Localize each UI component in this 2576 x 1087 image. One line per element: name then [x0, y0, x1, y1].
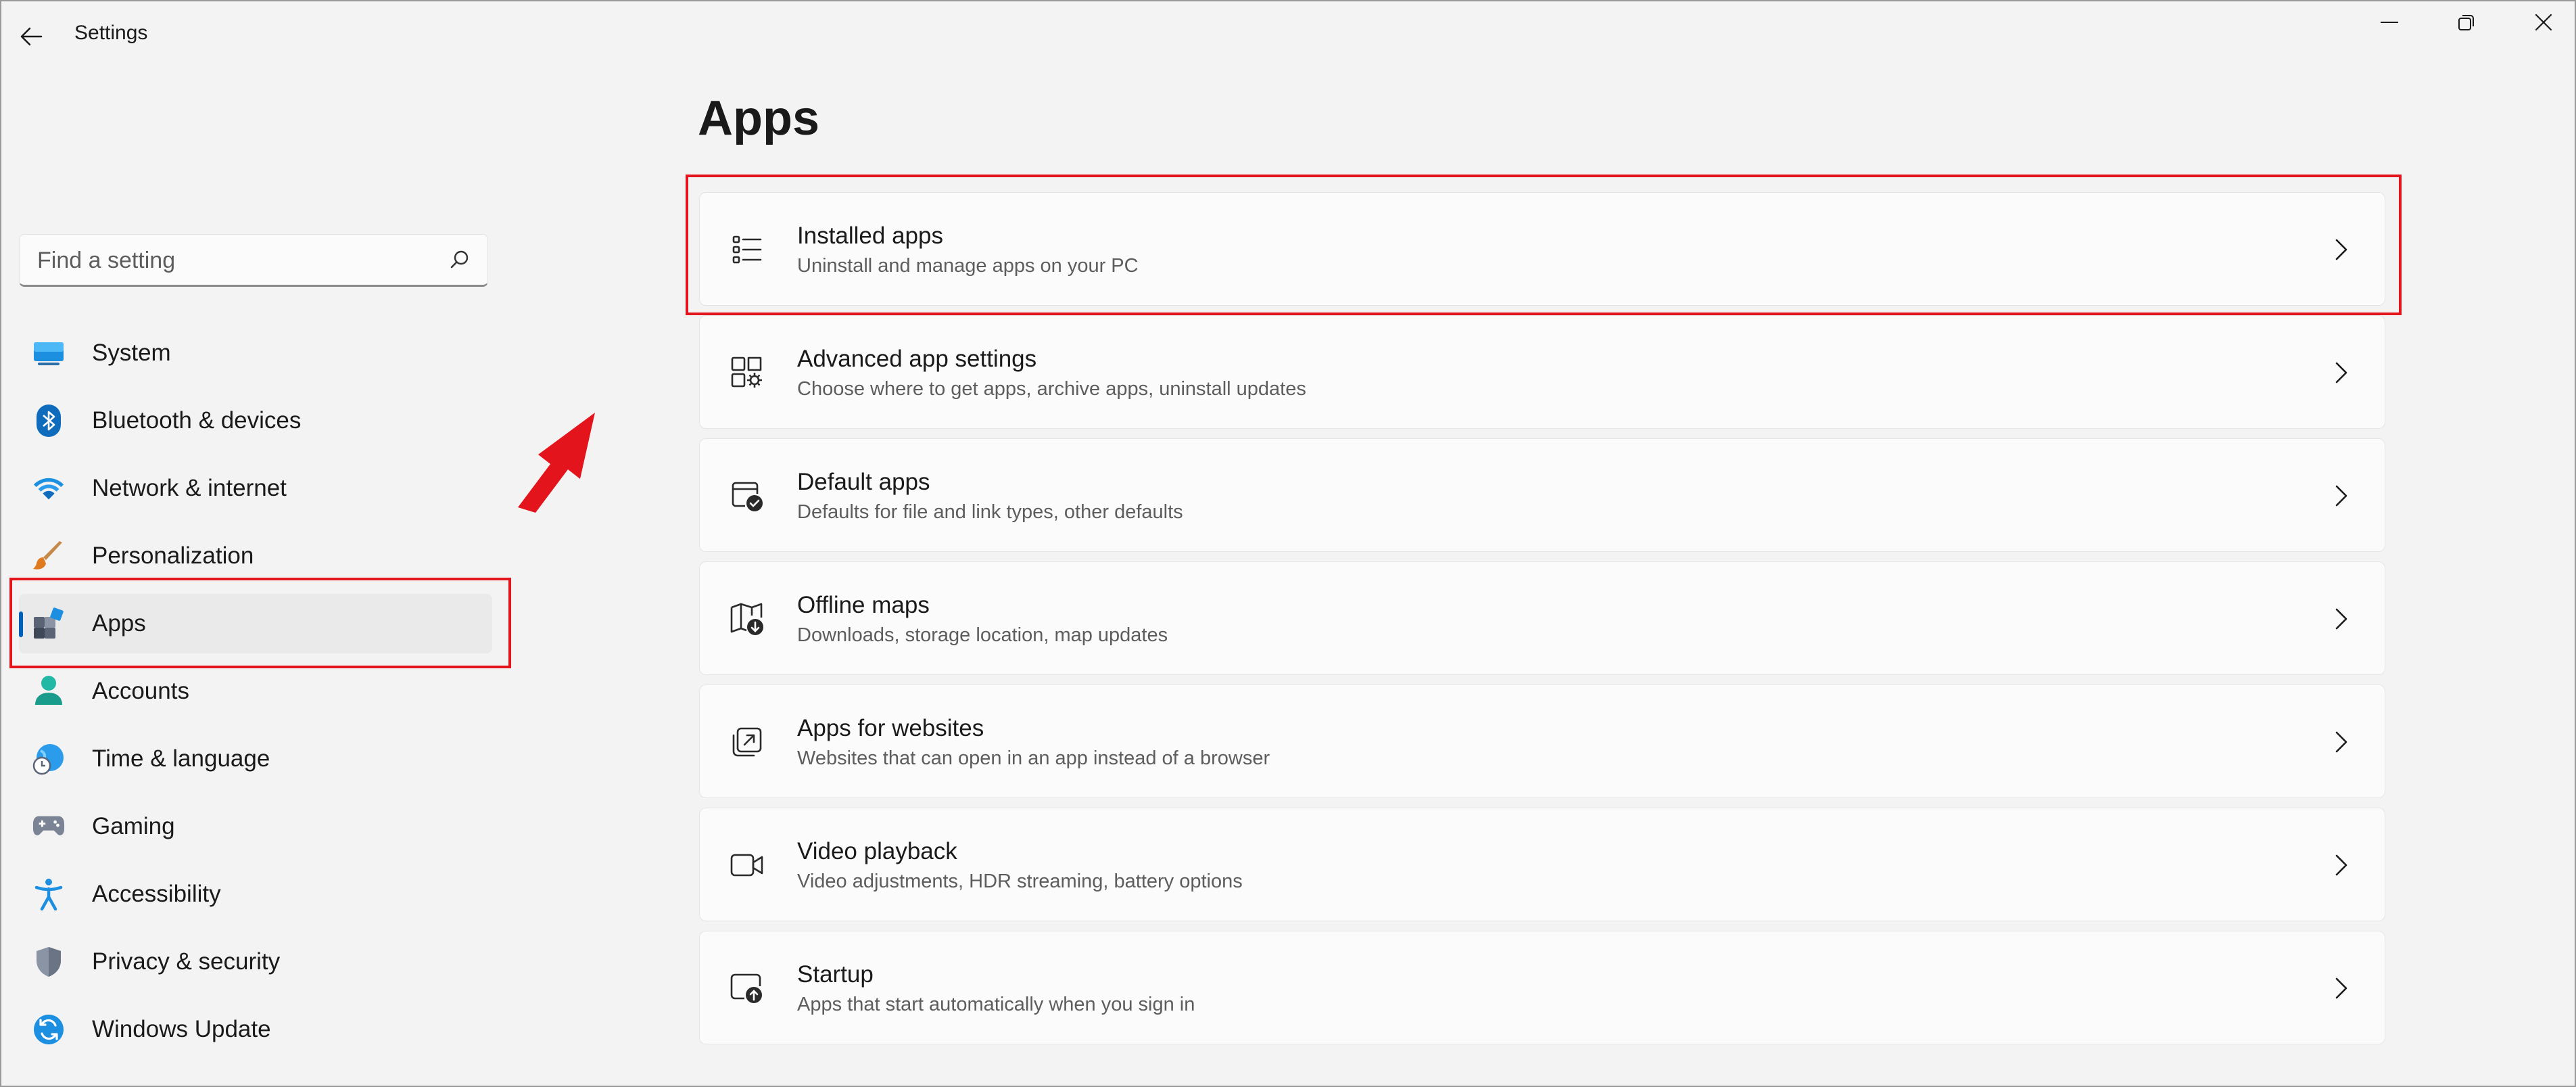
card-subtitle: Choose where to get apps, archive apps, …: [797, 378, 1306, 400]
sidebar-item-label: Privacy & security: [92, 948, 281, 975]
accessibility-icon: [32, 878, 65, 910]
back-button[interactable]: [15, 20, 47, 53]
wifi-icon: [32, 472, 65, 505]
open-in-app-icon: [728, 723, 766, 761]
card-startup[interactable]: Startup Apps that start automatically wh…: [699, 931, 2385, 1044]
shield-icon: [32, 946, 65, 978]
minimize-icon: [2381, 22, 2398, 23]
default-apps-icon: [728, 477, 766, 515]
chevron-right-icon: [2328, 481, 2355, 511]
video-icon: [728, 846, 766, 884]
bluetooth-icon: [32, 404, 65, 437]
card-subtitle: Websites that can open in an app instead…: [797, 747, 1270, 769]
title-bar: Settings: [1, 1, 2575, 69]
sidebar-item-label: Bluetooth & devices: [92, 407, 302, 434]
close-button[interactable]: [2510, 5, 2576, 39]
chevron-right-icon: [2328, 604, 2355, 634]
sidebar-item-time-language[interactable]: Time & language: [19, 729, 492, 789]
sidebar-nav: System Bluetooth & devices Network & int…: [19, 323, 492, 1067]
restore-icon: [2458, 15, 2474, 30]
card-subtitle: Defaults for file and link types, other …: [797, 501, 1183, 523]
restore-button[interactable]: [2433, 5, 2500, 39]
card-apps-for-websites[interactable]: Apps for websites Websites that can open…: [699, 685, 2385, 798]
sidebar-item-system[interactable]: System: [19, 323, 492, 383]
startup-icon: [728, 969, 766, 1007]
chevron-right-icon: [2328, 727, 2355, 757]
card-title: Advanced app settings: [797, 346, 1037, 372]
card-title: Default apps: [797, 469, 930, 495]
card-subtitle: Apps that start automatically when you s…: [797, 994, 1195, 1015]
card-subtitle: Downloads, storage location, map updates: [797, 624, 1168, 646]
sidebar-item-label: Windows Update: [92, 1016, 271, 1042]
sidebar-item-personalization[interactable]: Personalization: [19, 526, 492, 586]
settings-window: Settings System Bluetooth & devices: [0, 0, 2576, 1087]
sidebar-item-accessibility[interactable]: Accessibility: [19, 864, 492, 924]
card-title: Apps for websites: [797, 715, 984, 741]
gamepad-icon: [32, 810, 65, 843]
sidebar-item-privacy-security[interactable]: Privacy & security: [19, 932, 492, 992]
search-icon: [450, 250, 469, 269]
settings-cards: Installed apps Uninstall and manage apps…: [699, 192, 2385, 1054]
chevron-right-icon: [2328, 850, 2355, 880]
annotation-highlight-installed-apps: [686, 175, 2402, 315]
sidebar-item-accounts[interactable]: Accounts: [19, 662, 492, 721]
sidebar-item-gaming[interactable]: Gaming: [19, 797, 492, 856]
sidebar-item-label: Personalization: [92, 542, 254, 569]
card-default-apps[interactable]: Default apps Defaults for file and link …: [699, 438, 2385, 552]
annotation-arrow-icon: [518, 413, 595, 513]
window-title: Settings: [74, 22, 148, 44]
app-settings-icon: [728, 354, 766, 392]
globe-clock-icon: [32, 743, 65, 775]
minimize-button[interactable]: [2356, 5, 2423, 39]
chevron-right-icon: [2328, 358, 2355, 388]
annotation-highlight-apps: [9, 578, 511, 668]
sidebar-item-label: Time & language: [92, 745, 270, 772]
close-icon: [2535, 14, 2552, 31]
brush-icon: [32, 540, 65, 572]
page-title: Apps: [698, 91, 819, 145]
search-box[interactable]: [19, 234, 488, 287]
sidebar-item-label: Accounts: [92, 678, 189, 704]
card-title: Startup: [797, 961, 874, 988]
back-arrow-icon: [20, 27, 43, 46]
card-offline-maps[interactable]: Offline maps Downloads, storage location…: [699, 561, 2385, 675]
chevron-right-icon: [2328, 973, 2355, 1003]
card-title: Offline maps: [797, 592, 930, 618]
update-icon: [32, 1013, 65, 1046]
map-download-icon: [728, 600, 766, 638]
person-icon: [32, 675, 65, 708]
sidebar-item-bluetooth-devices[interactable]: Bluetooth & devices: [19, 391, 492, 450]
sidebar-item-label: Network & internet: [92, 475, 287, 501]
system-icon: [32, 337, 65, 369]
sidebar-item-label: Accessibility: [92, 881, 221, 907]
sidebar-item-label: Gaming: [92, 813, 175, 839]
search-input[interactable]: [36, 235, 431, 286]
card-video-playback[interactable]: Video playback Video adjustments, HDR st…: [699, 808, 2385, 921]
sidebar-item-label: System: [92, 340, 171, 366]
card-subtitle: Video adjustments, HDR streaming, batter…: [797, 871, 1243, 892]
sidebar-item-network-internet[interactable]: Network & internet: [19, 459, 492, 518]
card-title: Video playback: [797, 838, 957, 864]
sidebar-item-windows-update[interactable]: Windows Update: [19, 1000, 492, 1059]
card-advanced-app-settings[interactable]: Advanced app settings Choose where to ge…: [699, 315, 2385, 429]
